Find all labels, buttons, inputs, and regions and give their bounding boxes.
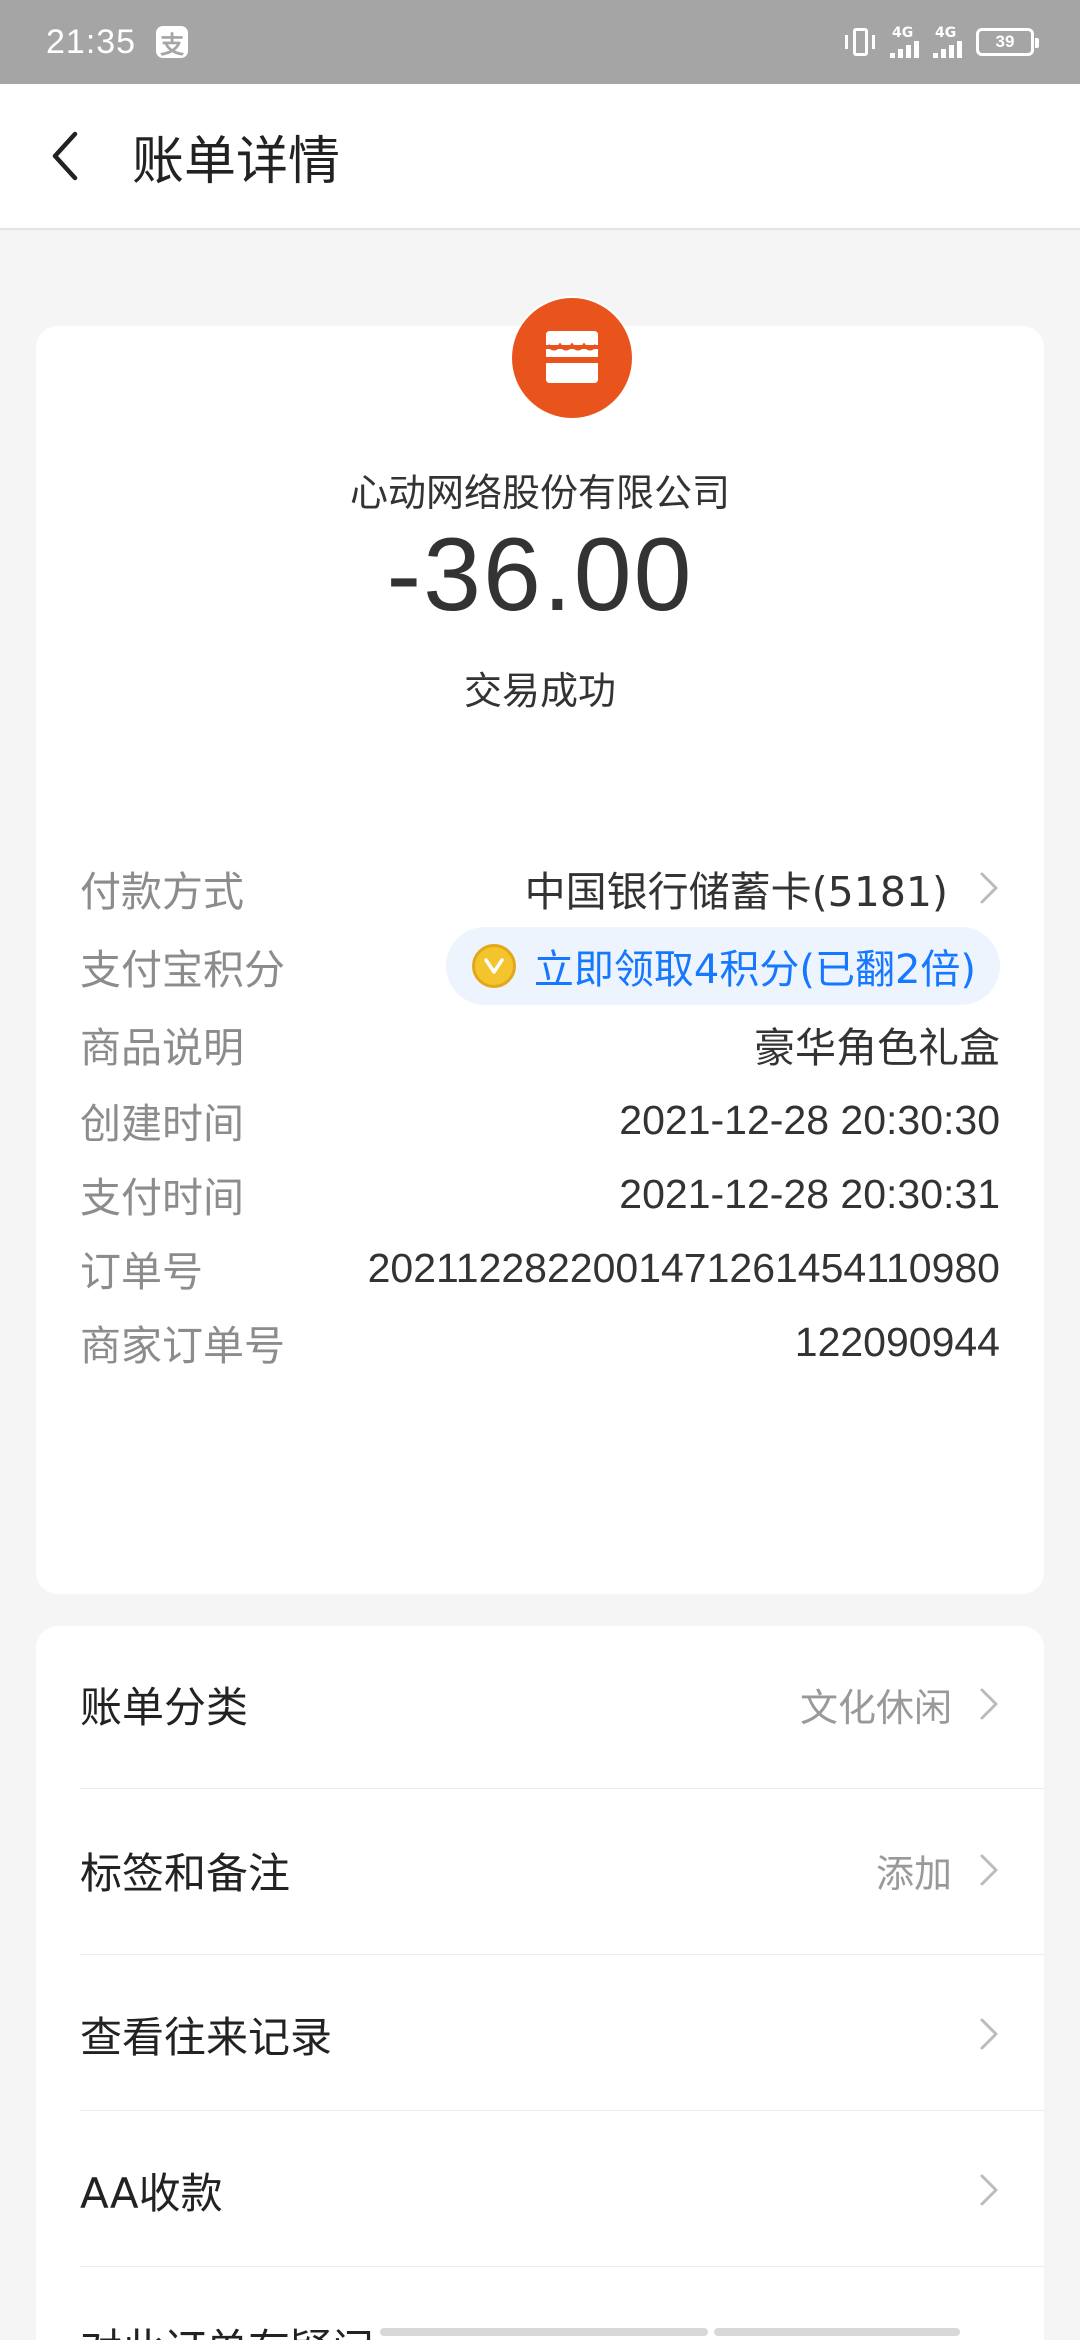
merchant-name: 心动网络股份有限公司 xyxy=(349,471,730,515)
header: 账单详情 xyxy=(0,84,1080,230)
tags-notes-row[interactable]: 标签和备注 添加 xyxy=(36,1792,1044,1948)
network-type-label: 4G xyxy=(892,25,914,41)
chevron-right-icon xyxy=(980,872,998,904)
chevron-right-icon xyxy=(980,2174,998,2206)
created-time-value: 2021-12-28 20:30:30 xyxy=(619,1096,1000,1143)
aa-collection-row[interactable]: AA收款 xyxy=(36,2112,1044,2268)
store-icon xyxy=(546,331,598,383)
back-arrow-icon xyxy=(52,131,78,181)
chevron-right-icon xyxy=(980,1688,998,1720)
network-type-label: 4G xyxy=(935,25,957,41)
tags-notes-label: 标签和备注 xyxy=(80,1848,291,1898)
created-time-row: 创建时间 2021-12-28 20:30:30 xyxy=(80,1080,1000,1160)
order-number-row: 订单号 2021122822001471261454110980 xyxy=(80,1228,1000,1308)
payment-method-row[interactable]: 付款方式 中国银行储蓄卡(5181) xyxy=(80,848,1000,928)
order-question-label: 对此订单有疑问 xyxy=(80,2325,374,2340)
product-description-label: 商品说明 xyxy=(80,1024,244,1072)
chevron-right-icon xyxy=(980,2018,998,2050)
status-bar: 21:35 支 4G 4G 39 xyxy=(0,0,1080,84)
bill-category-value: 文化休闲 xyxy=(799,1685,952,1730)
chevron-right-icon xyxy=(980,1854,998,1886)
product-description-row: 商品说明 豪华角色礼盒 xyxy=(80,1004,1000,1084)
transaction-history-label: 查看往来记录 xyxy=(80,2012,333,2062)
transaction-amount: -36.00 xyxy=(386,517,694,633)
payment-time-row: 支付时间 2021-12-28 20:30:31 xyxy=(80,1154,1000,1234)
page-title: 账单详情 xyxy=(132,131,341,192)
product-description-value: 豪华角色礼盒 xyxy=(754,1024,1000,1072)
status-time: 21:35 xyxy=(46,22,137,61)
payment-time-value: 2021-12-28 20:30:31 xyxy=(619,1170,1000,1217)
divider xyxy=(80,1788,1044,1789)
order-number-label: 订单号 xyxy=(80,1248,203,1296)
scroll-indicator xyxy=(380,2328,708,2336)
bill-actions-card: 账单分类 文化休闲 标签和备注 添加 查看往来记录 AA收款 对此订单有疑问 xyxy=(36,1626,1044,2340)
payment-method-value: 中国银行储蓄卡(5181) xyxy=(524,868,948,916)
scroll-indicator xyxy=(714,2328,960,2336)
transaction-status: 交易成功 xyxy=(463,669,616,713)
alipay-points-row: 支付宝积分 立即领取4积分(已翻2倍) xyxy=(80,926,1000,1006)
aa-collection-label: AA收款 xyxy=(80,2168,223,2218)
points-coin-icon xyxy=(471,944,516,988)
merchant-order-number-label: 商家订单号 xyxy=(80,1322,285,1370)
payment-time-label: 支付时间 xyxy=(80,1174,244,1222)
alipay-points-label: 支付宝积分 xyxy=(80,946,285,994)
divider xyxy=(80,2266,1044,2267)
battery-icon: 39 xyxy=(976,28,1039,56)
bill-category-label: 账单分类 xyxy=(80,1682,249,1732)
merchant-order-number-value: 122090944 xyxy=(794,1318,1000,1365)
order-number-value: 2021122822001471261454110980 xyxy=(367,1244,1000,1291)
signal-icon-1: 4G xyxy=(890,26,919,58)
divider xyxy=(80,1954,1044,1955)
battery-level: 39 xyxy=(995,32,1015,51)
status-indicators: 4G 4G 39 xyxy=(844,25,1039,59)
merchant-order-number-row: 商家订单号 122090944 xyxy=(80,1302,1000,1382)
divider xyxy=(80,2110,1044,2111)
back-button[interactable] xyxy=(0,83,130,229)
bill-category-row[interactable]: 账单分类 文化休闲 xyxy=(36,1626,1044,1782)
claim-points-button[interactable]: 立即领取4积分(已翻2倍) xyxy=(445,927,1000,1005)
claim-points-text: 立即领取4积分(已翻2倍) xyxy=(533,947,976,993)
alipay-notification-icon: 支 xyxy=(156,26,189,59)
tags-notes-value: 添加 xyxy=(875,1851,952,1896)
vibrate-icon xyxy=(844,25,876,59)
bill-summary-card: 心动网络股份有限公司 -36.00 交易成功 付款方式 中国银行储蓄卡(5181… xyxy=(36,296,1044,1594)
payment-method-label: 付款方式 xyxy=(80,868,244,916)
order-question-row[interactable]: 对此订单有疑问 xyxy=(80,2316,374,2340)
transaction-history-row[interactable]: 查看往来记录 xyxy=(36,1956,1044,2112)
signal-icon-2: 4G xyxy=(933,26,962,58)
created-time-label: 创建时间 xyxy=(80,1100,244,1148)
merchant-logo xyxy=(510,296,634,420)
